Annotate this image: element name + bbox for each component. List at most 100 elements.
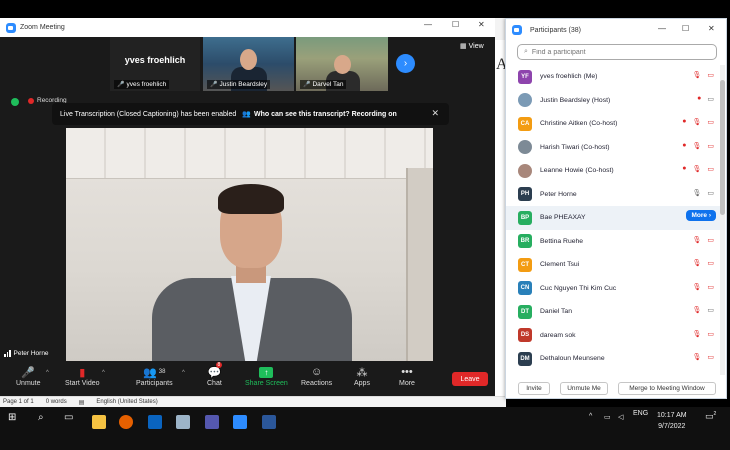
unmute-me-button[interactable]: Unmute Me: [560, 382, 608, 395]
participant-row[interactable]: Justin Beardsley (Host) ● ▭: [506, 89, 720, 113]
windows-start-icon[interactable]: ⊞: [8, 412, 16, 423]
apps-button[interactable]: ⁂ Apps: [354, 364, 370, 388]
mic-muted-icon: 🎙: [692, 330, 702, 338]
unmute-button[interactable]: 🎤 Unmute: [16, 364, 41, 388]
avatar: [518, 93, 532, 108]
participant-row[interactable]: CA Christine Aitken (Co-host) ● 🎙 ▭: [506, 112, 720, 136]
search-input[interactable]: [531, 48, 702, 56]
video-tile-darvel[interactable]: 🎤 Darvel Tan: [296, 37, 388, 91]
participants-panel: Participants (38) — ☐ ✕ ⌕ YFyves froehli…: [505, 18, 727, 399]
participant-row[interactable]: Leanne Howie (Co-host) ● 🎙 ▭: [506, 159, 720, 183]
view-button[interactable]: ▦ View: [460, 42, 484, 51]
tile-label: 🎤 Darvel Tan: [300, 80, 347, 89]
participant-row[interactable]: BP Bae PHEAXAY More ›: [506, 206, 720, 230]
volume-icon[interactable]: ◁: [618, 413, 623, 421]
zoom-titlebar: Zoom Meeting — ☐ ✕: [0, 18, 495, 37]
outlook-icon[interactable]: [148, 415, 162, 429]
close-icon[interactable]: ✕: [708, 24, 715, 33]
record-dot-icon: [28, 97, 34, 104]
avatar: CN: [518, 281, 532, 296]
participant-row[interactable]: CT Clement Tsui 🎙 ▭: [506, 253, 720, 277]
mic-muted-icon: 🎤: [303, 82, 311, 88]
reactions-button[interactable]: ☺ Reactions: [301, 364, 332, 387]
keyboard-language[interactable]: ENG: [633, 410, 648, 417]
leave-button[interactable]: Leave: [452, 372, 488, 386]
notifications-icon[interactable]: ▭2: [705, 411, 716, 422]
avatar: [518, 163, 532, 178]
file-explorer-icon[interactable]: [92, 415, 106, 429]
notepad-icon[interactable]: [176, 415, 190, 429]
chevron-up-icon[interactable]: ^: [182, 370, 185, 376]
mic-muted-icon: 🎙: [692, 142, 702, 150]
participant-status-icons: 🎙 ▭: [692, 353, 714, 361]
banner-text: Live Transcription (Closed Captioning) h…: [60, 110, 237, 118]
video-tile-self[interactable]: yves froehlich 🎤 yves froehlich: [110, 37, 200, 91]
smile-icon: ☺: [310, 366, 323, 378]
system-clock[interactable]: 10:17 AM 9/7/2022: [657, 410, 687, 432]
participant-row[interactable]: CN Cuc Nguyen Thi Kim Cuc 🎙 ▭: [506, 277, 720, 301]
chat-badge: 8: [215, 362, 223, 368]
video-off-icon: ▭: [707, 330, 714, 338]
share-screen-button[interactable]: ↑ Share Screen: [245, 364, 288, 387]
participant-status-icons: 🎙 ▭: [692, 330, 714, 338]
banner-link[interactable]: 👥 Who can see this transcript? Recording…: [242, 110, 396, 119]
minimize-icon[interactable]: —: [658, 24, 666, 33]
close-icon[interactable]: ✕: [478, 20, 485, 29]
start-video-button[interactable]: ▮ Start Video: [65, 364, 100, 388]
people-icon: 👥: [242, 111, 251, 118]
word-status-bar: Page 1 of 1 0 words ▤ English (United St…: [0, 396, 506, 407]
merge-window-button[interactable]: Merge to Meeting Window: [618, 382, 716, 395]
participant-row[interactable]: DS daream sok 🎙 ▭: [506, 324, 720, 348]
avatar: DT: [518, 304, 532, 319]
participant-status-icons: 🎙 ▭: [692, 189, 714, 197]
chat-button[interactable]: 💬 8 Chat: [207, 362, 223, 387]
teams-icon[interactable]: [205, 415, 219, 429]
participant-row[interactable]: PH Peter Horne 🎙 ▭: [506, 183, 720, 207]
participant-more-button[interactable]: More ›: [686, 210, 716, 221]
more-button[interactable]: ••• More: [399, 364, 415, 387]
network-icon[interactable]: ▭: [604, 413, 611, 421]
maximize-icon[interactable]: ☐: [452, 20, 459, 29]
task-view-icon[interactable]: ▭: [64, 412, 73, 423]
participant-status-icons: ● ▭: [697, 95, 714, 103]
person-face: [240, 49, 257, 70]
video-off-icon: ▭: [707, 260, 714, 267]
video-off-icon: ▭: [707, 354, 714, 361]
word-language: English (United States): [96, 399, 158, 405]
participant-row[interactable]: YF yves froehlich (Me) 🎙 ▭: [506, 65, 720, 89]
banner-close-icon[interactable]: ✕: [431, 108, 439, 119]
video-off-icon: ▭: [707, 119, 714, 126]
video-off-icon: ▭: [707, 72, 714, 79]
mic-muted-icon: 🎙: [692, 354, 702, 361]
active-speaker-video[interactable]: [66, 128, 433, 361]
participant-row[interactable]: DT Daniel Tan 🎙 ▭: [506, 300, 720, 324]
avatar: DM: [518, 351, 532, 366]
ellipsis-icon: •••: [401, 366, 413, 378]
avatar: DS: [518, 328, 532, 343]
minimize-icon[interactable]: —: [424, 20, 432, 29]
participant-list: YF yves froehlich (Me) 🎙 ▭ Justin Beardsley …: [506, 65, 720, 371]
chevron-up-icon[interactable]: ^: [589, 413, 592, 420]
chevron-up-icon[interactable]: ^: [102, 370, 105, 376]
participant-list-scrollbar[interactable]: [720, 65, 725, 375]
zoom-app-icon[interactable]: [233, 415, 247, 429]
participant-search[interactable]: ⌕: [517, 44, 717, 60]
video-off-icon: ▭: [707, 236, 714, 244]
firefox-icon[interactable]: [119, 415, 133, 429]
next-page-button[interactable]: ›: [396, 54, 415, 73]
scroll-thumb[interactable]: [720, 80, 725, 215]
zoom-logo-icon: [512, 25, 522, 35]
wall-line: [66, 178, 433, 179]
word-icon[interactable]: [262, 415, 276, 429]
participants-button[interactable]: 👥 38 Participants: [136, 364, 173, 388]
video-icon: ▭: [707, 95, 714, 103]
chevron-up-icon[interactable]: ^: [46, 370, 49, 376]
participant-row[interactable]: DM Dethaloun Meunsene 🎙 ▭: [506, 347, 720, 371]
video-tile-justin[interactable]: 🎤 Justin Beardsley: [203, 37, 294, 91]
invite-button[interactable]: Invite: [518, 382, 550, 395]
security-shield-icon[interactable]: [11, 98, 19, 106]
maximize-icon[interactable]: ☐: [682, 24, 689, 33]
participant-row[interactable]: BR Bettina Ruehe 🎙 ▭: [506, 230, 720, 254]
participant-row[interactable]: Harish Tiwari (Co-host) ● 🎙 ▭: [506, 136, 720, 160]
search-icon[interactable]: ⌕: [38, 412, 44, 423]
